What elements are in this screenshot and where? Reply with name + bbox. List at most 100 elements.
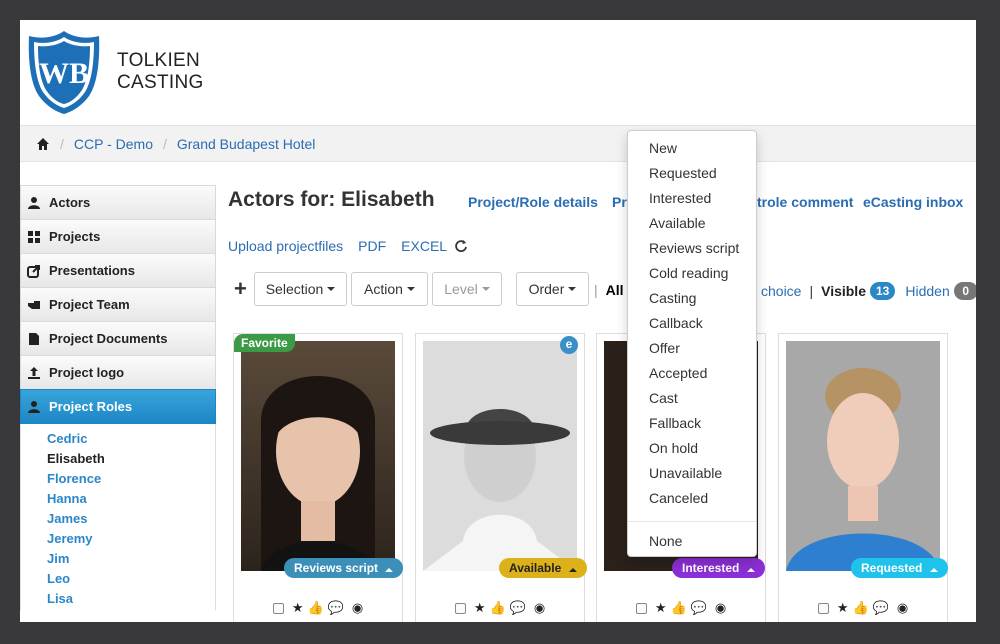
filter-all-label: All bbox=[605, 282, 624, 298]
status-badge[interactable]: Available bbox=[499, 558, 587, 578]
status-option-reviews-script[interactable]: Reviews script bbox=[628, 238, 756, 263]
status-badge[interactable]: Requested bbox=[851, 558, 948, 578]
star-icon[interactable]: ★ bbox=[474, 600, 486, 616]
pdf-link[interactable]: PDF bbox=[358, 238, 386, 254]
status-badge[interactable]: Reviews script bbox=[284, 558, 404, 578]
role-comment-link[interactable]: trole comment bbox=[757, 194, 853, 210]
status-option-cold-reading[interactable]: Cold reading bbox=[628, 263, 756, 288]
comment-icon[interactable]: 💬 bbox=[691, 600, 707, 616]
level-dropdown[interactable]: Level bbox=[432, 272, 502, 306]
sidebar-item-project-roles[interactable]: Project Roles bbox=[20, 389, 216, 424]
actor-photo-image bbox=[261, 376, 375, 571]
sidebar-item-project-documents[interactable]: Project Documents bbox=[20, 321, 216, 356]
home-icon[interactable] bbox=[36, 137, 50, 151]
sidebar-item-actors[interactable]: Actors bbox=[20, 185, 216, 220]
star-icon[interactable]: ★ bbox=[837, 600, 849, 616]
role-link-florence[interactable]: Florence bbox=[21, 470, 215, 490]
thumbs-up-icon[interactable]: 👍 bbox=[489, 600, 505, 616]
role-link-jim[interactable]: Jim bbox=[21, 550, 215, 570]
status-badge[interactable]: Interested bbox=[672, 558, 765, 578]
status-option-unavailable[interactable]: Unavailable bbox=[628, 463, 756, 488]
thumbs-up-icon[interactable]: 👍 bbox=[307, 600, 323, 616]
actor-photo[interactable] bbox=[423, 341, 577, 571]
order-dropdown[interactable]: Order bbox=[516, 272, 589, 306]
thumbs-up-icon[interactable]: 👍 bbox=[852, 600, 868, 616]
role-link-james[interactable]: James bbox=[21, 510, 215, 530]
status-option-new[interactable]: New bbox=[628, 138, 756, 163]
card-actions: ★ 👍 💬 ◉ bbox=[779, 600, 947, 616]
visible-count-badge: 13 bbox=[870, 282, 896, 300]
actor-photo[interactable] bbox=[241, 341, 395, 571]
status-option-casting[interactable]: Casting bbox=[628, 288, 756, 313]
select-checkbox[interactable] bbox=[454, 602, 466, 614]
upload-icon bbox=[28, 366, 40, 379]
status-option-interested[interactable]: Interested bbox=[628, 188, 756, 213]
comment-icon[interactable]: 💬 bbox=[510, 600, 526, 616]
status-option-callback[interactable]: Callback bbox=[628, 313, 756, 338]
filter-all[interactable]: | All bbox=[594, 282, 624, 298]
brand-line-1: TOLKIEN bbox=[117, 50, 201, 71]
sidebar-item-project-logo[interactable]: Project logo bbox=[20, 355, 216, 390]
user-icon bbox=[28, 400, 40, 413]
star-icon[interactable]: ★ bbox=[655, 600, 667, 616]
sidebar-item-presentations[interactable]: Presentations bbox=[20, 253, 216, 288]
status-option-none[interactable]: None bbox=[628, 531, 756, 556]
ecasting-inbox-link[interactable]: eCasting inbox bbox=[863, 194, 963, 210]
status-option-fallback[interactable]: Fallback bbox=[628, 413, 756, 438]
breadcrumb-item-ccp-demo[interactable]: CCP - Demo bbox=[74, 136, 153, 152]
select-checkbox[interactable] bbox=[817, 602, 829, 614]
selection-dropdown[interactable]: Selection bbox=[254, 272, 347, 306]
status-option-on-hold[interactable]: On hold bbox=[628, 438, 756, 463]
card-actions: ★ 👍 💬 ◉ bbox=[416, 600, 584, 616]
actor-photo[interactable] bbox=[786, 341, 940, 571]
comment-icon[interactable]: 💬 bbox=[328, 600, 344, 616]
select-checkbox[interactable] bbox=[635, 602, 647, 614]
brand[interactable]: WB TOLKIEN CASTING bbox=[25, 28, 204, 116]
project-role-details-link[interactable]: Project/Role details bbox=[468, 194, 598, 210]
action-dropdown[interactable]: Action bbox=[351, 272, 428, 306]
status-dropdown-menu: New Requested Interested Available Revie… bbox=[627, 130, 757, 557]
status-option-requested[interactable]: Requested bbox=[628, 163, 756, 188]
role-link-leo[interactable]: Leo bbox=[21, 570, 215, 590]
status-option-offer[interactable]: Offer bbox=[628, 338, 756, 363]
sidebar-item-project-team[interactable]: Project Team bbox=[20, 287, 216, 322]
status-option-accepted[interactable]: Accepted bbox=[628, 363, 756, 388]
role-link-lisa[interactable]: Lisa bbox=[21, 590, 215, 610]
actor-card[interactable]: Requested ★ 👍 💬 ◉ bbox=[778, 333, 948, 622]
globe-icon[interactable]: ◉ bbox=[352, 600, 363, 616]
role-link-elisabeth[interactable]: Elisabeth bbox=[21, 450, 215, 470]
globe-icon[interactable]: ◉ bbox=[897, 600, 908, 616]
filter-visible[interactable]: Visible bbox=[821, 283, 866, 299]
wb-logo-icon: WB bbox=[28, 31, 100, 114]
excel-link[interactable]: EXCEL bbox=[401, 238, 447, 254]
caret-down-icon bbox=[327, 287, 336, 291]
actor-card[interactable]: Favorite Reviews script ★ 👍 💬 ◉ bbox=[233, 333, 404, 622]
role-link-hanna[interactable]: Hanna bbox=[21, 490, 215, 510]
caret-up-icon bbox=[568, 568, 577, 572]
refresh-icon[interactable] bbox=[454, 239, 468, 253]
filter-choice[interactable]: choice bbox=[761, 283, 801, 299]
status-option-canceled[interactable]: Canceled bbox=[628, 488, 756, 513]
breadcrumb-item-grand-budapest-hotel[interactable]: Grand Budapest Hotel bbox=[177, 136, 316, 152]
role-link-jeremy[interactable]: Jeremy bbox=[21, 530, 215, 550]
status-option-cast[interactable]: Cast bbox=[628, 388, 756, 413]
star-icon[interactable]: ★ bbox=[292, 600, 304, 616]
add-icon[interactable]: + bbox=[234, 276, 248, 302]
select-checkbox[interactable] bbox=[272, 602, 284, 614]
status-label: Requested bbox=[861, 561, 923, 575]
upload-projectfiles-link[interactable]: Upload projectfiles bbox=[228, 238, 343, 254]
comment-icon[interactable]: 💬 bbox=[873, 600, 889, 616]
caret-down-icon bbox=[568, 287, 577, 291]
thumbs-up-icon[interactable]: 👍 bbox=[670, 600, 686, 616]
file-links: Upload projectfiles PDF EXCEL bbox=[228, 238, 468, 254]
breadcrumb-separator: / bbox=[162, 135, 167, 152]
globe-icon[interactable]: ◉ bbox=[715, 600, 726, 616]
globe-icon[interactable]: ◉ bbox=[534, 600, 545, 616]
user-icon bbox=[28, 196, 40, 209]
filter-hidden[interactable]: Hidden bbox=[905, 283, 949, 299]
status-option-available[interactable]: Available bbox=[628, 213, 756, 238]
actor-card[interactable]: e Available ★ 👍 💬 ◉ bbox=[415, 333, 587, 622]
sidebar-item-label: Project Team bbox=[49, 297, 130, 312]
role-link-cedric[interactable]: Cedric bbox=[21, 430, 215, 450]
sidebar-item-projects[interactable]: Projects bbox=[20, 219, 216, 254]
